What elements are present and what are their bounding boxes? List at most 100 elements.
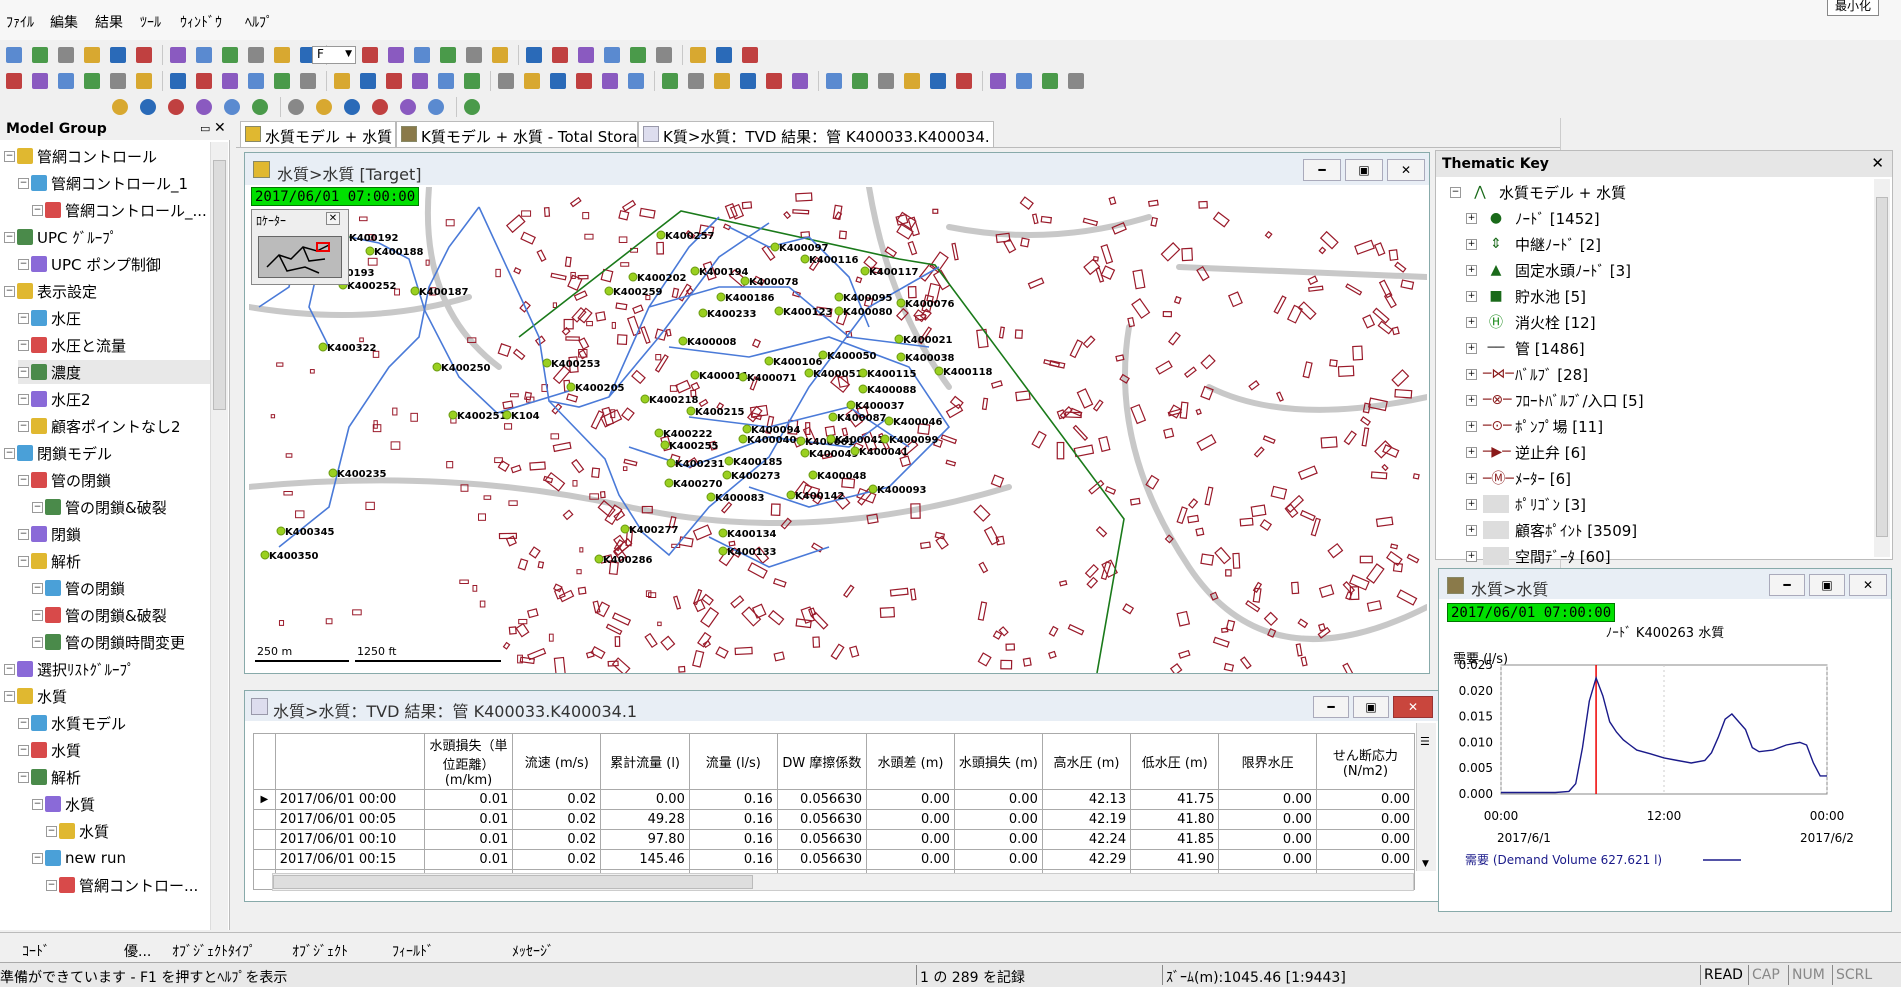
expand-icon[interactable]: +: [1466, 498, 1477, 510]
toolbar-icon[interactable]: [602, 73, 618, 89]
column-header[interactable]: 水頭損失 (m): [953, 733, 1043, 790]
expand-icon[interactable]: +: [1466, 446, 1477, 458]
node-marker[interactable]: [828, 412, 838, 422]
collapse-icon[interactable]: −: [18, 366, 29, 378]
node-marker[interactable]: [542, 358, 552, 368]
table-row[interactable]: ▶ 2017/06/01 00:00 0.01 0.02 0.00 0.16 0.05663…: [253, 789, 1415, 810]
collapse-icon[interactable]: −: [4, 447, 15, 459]
toolbar-icon[interactable]: [662, 73, 678, 89]
toolbar-icon[interactable]: [956, 73, 972, 89]
toolbar-icon[interactable]: [550, 73, 566, 89]
collapse-icon[interactable]: −: [18, 339, 29, 351]
table-cell[interactable]: 0.00: [1315, 809, 1415, 830]
toolbar-icon[interactable]: [274, 73, 290, 89]
node-marker[interactable]: [846, 400, 856, 410]
node-marker[interactable]: [628, 272, 638, 282]
collapse-icon[interactable]: −: [4, 285, 15, 297]
table-cell[interactable]: 49.28: [600, 809, 690, 830]
toolbar-icon[interactable]: [136, 73, 152, 89]
close-button[interactable]: ✕: [1387, 159, 1425, 181]
expand-icon[interactable]: +: [1466, 394, 1477, 406]
table-cell[interactable]: 97.80: [600, 829, 690, 850]
toolbar-icon[interactable]: [196, 73, 212, 89]
node-marker[interactable]: [804, 368, 814, 378]
collapse-icon[interactable]: −: [4, 231, 15, 243]
table-cell[interactable]: 41.80: [1130, 809, 1220, 830]
toolbar-icon[interactable]: [344, 99, 360, 115]
toolbar-icon[interactable]: [1042, 73, 1058, 89]
toolbar-icon[interactable]: [466, 47, 482, 63]
toolbar-icon[interactable]: [110, 47, 126, 63]
node-marker[interactable]: [800, 254, 810, 264]
locator-thumbnail[interactable]: [258, 236, 342, 278]
tree-item[interactable]: − 選択ﾘｽﾄｸﾞﾙｰﾌﾟ: [4, 657, 210, 681]
locator-close-icon[interactable]: ✕: [326, 212, 340, 225]
column-header[interactable]: 累計流量 (l): [600, 733, 690, 790]
collapse-icon[interactable]: −: [18, 717, 29, 729]
node-marker[interactable]: [686, 406, 696, 416]
grid-hscroll[interactable]: [272, 873, 1414, 891]
tree-item[interactable]: − 解析: [18, 549, 210, 573]
tree-item[interactable]: − 管の閉鎖: [18, 468, 210, 492]
thematic-item[interactable]: + ■ 貯水池 [5]: [1466, 283, 1586, 309]
collapse-icon[interactable]: −: [18, 258, 29, 270]
row-selector[interactable]: [253, 829, 276, 850]
table-cell[interactable]: 0.16: [688, 809, 778, 830]
expand-icon[interactable]: +: [1466, 524, 1477, 536]
tree-item[interactable]: − 濃度: [18, 360, 210, 384]
toolbar-icon[interactable]: [388, 47, 404, 63]
menu-results[interactable]: 結果: [95, 12, 123, 32]
toolbar-icon[interactable]: [792, 73, 808, 89]
toolbar-icon[interactable]: [826, 73, 842, 89]
node-marker[interactable]: [884, 416, 894, 426]
tree-item[interactable]: − 管網コントロール_1: [18, 171, 210, 195]
table-cell[interactable]: 0.01: [423, 809, 514, 830]
node-marker[interactable]: [808, 470, 818, 480]
toolbar-icon[interactable]: [112, 99, 128, 115]
node-marker[interactable]: [260, 550, 270, 560]
collapse-icon[interactable]: −: [46, 825, 57, 837]
tree-item[interactable]: − 水質モデル: [18, 711, 210, 735]
toolbar-combo[interactable]: F ▼: [312, 46, 356, 64]
collapse-icon[interactable]: −: [46, 879, 57, 891]
expand-icon[interactable]: +: [1466, 420, 1477, 432]
toolbar-icon[interactable]: [400, 99, 416, 115]
table-cell[interactable]: 0.00: [866, 809, 955, 830]
toolbar-icon[interactable]: [84, 73, 100, 89]
col-object-type[interactable]: ｵﾌﾞｼﾞｪｸﾄﾀｲﾌﾟ: [172, 941, 256, 961]
toolbar-icon[interactable]: [766, 73, 782, 89]
thematic-item[interactable]: + ─▶─ 逆止弁 [6]: [1466, 439, 1586, 465]
table-cell[interactable]: 2017/06/01 00:00: [274, 789, 425, 810]
toolbar-icon[interactable]: [6, 73, 22, 89]
table-cell[interactable]: 0.00: [866, 829, 955, 850]
thematic-item[interactable]: + ─⊗─ ﾌﾛｰﾄﾊﾞﾙﾌﾞ/入口 [5]: [1466, 387, 1644, 413]
node-marker[interactable]: [894, 334, 904, 344]
node-marker[interactable]: [722, 470, 732, 480]
table-row[interactable]: 2017/06/01 00:15 0.01 0.02 145.46 0.16 0.0566…: [253, 849, 1415, 870]
node-marker[interactable]: [448, 410, 458, 420]
toolbar-icon[interactable]: [58, 47, 74, 63]
minimize-button[interactable]: ━: [1303, 159, 1341, 181]
node-marker[interactable]: [770, 242, 780, 252]
node-marker[interactable]: [850, 446, 860, 456]
toolbar-icon[interactable]: [498, 73, 514, 89]
collapse-icon[interactable]: −: [18, 555, 29, 567]
node-marker[interactable]: [818, 350, 828, 360]
toolbar-icon[interactable]: [58, 73, 74, 89]
toolbar-icon[interactable]: [492, 47, 508, 63]
table-cell[interactable]: 42.13: [1041, 789, 1132, 810]
tree-item[interactable]: − 管の閉鎖&破裂: [32, 495, 210, 519]
node-marker[interactable]: [410, 286, 420, 296]
node-marker[interactable]: [432, 362, 442, 372]
tree-item[interactable]: − 管網コントロール_...: [32, 198, 210, 222]
toolbar-icon[interactable]: [288, 99, 304, 115]
node-marker[interactable]: [640, 394, 650, 404]
toolbar-icon[interactable]: [300, 73, 316, 89]
toolbar-icon[interactable]: [464, 73, 480, 89]
tab-tvd-result[interactable]: K質>水質：TVD 結果：管 K400033.K400034.: [638, 121, 994, 147]
toolbar-icon[interactable]: [464, 99, 480, 115]
locator-window[interactable]: ﾛｹｰﾀｰ ✕: [251, 209, 349, 285]
expand-icon[interactable]: +: [1466, 238, 1477, 250]
tree-item[interactable]: − UPC ポンプ制御: [18, 252, 210, 276]
node-marker[interactable]: [834, 292, 844, 302]
